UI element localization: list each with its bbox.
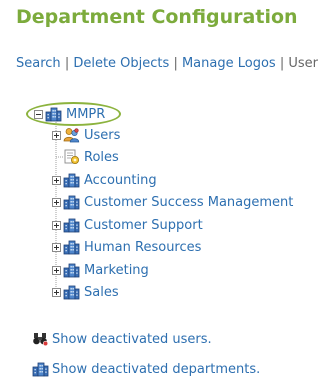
expand-toggle-icon[interactable] [52,287,61,297]
department-icon [63,194,80,210]
show-deactivated-departments-link[interactable]: Show deactivated departments. [32,361,260,377]
department-icon [32,361,49,377]
department-icon [63,217,80,233]
tree-node-label[interactable]: Users [84,128,120,143]
show-deactivated-departments-label[interactable]: Show deactivated departments. [52,362,260,377]
tree-node-label-mmpr[interactable]: MMPR [66,107,105,122]
department-icon [63,172,80,188]
expand-toggle-icon[interactable] [52,220,61,230]
department-icon [45,106,62,122]
binoculars-icon [32,331,49,347]
expand-toggle-icon[interactable] [52,242,61,252]
tree-node-human-resources[interactable]: Human Resources [52,238,201,256]
expand-toggle-icon[interactable] [52,197,61,207]
expand-toggle-icon[interactable] [52,130,61,140]
tree-node-users[interactable]: Users [52,126,120,144]
root-node-row[interactable]: MMPR [34,105,105,123]
roles-icon [63,149,80,165]
tree-node-label[interactable]: Customer Success Management [84,195,293,210]
tree-node-roles[interactable]: Roles [52,148,119,166]
show-deactivated-users-label[interactable]: Show deactivated users. [52,332,212,347]
show-deactivated-users-link[interactable]: Show deactivated users. [32,331,212,347]
department-icon [63,239,80,255]
tree-node-customer-support[interactable]: Customer Support [52,216,203,234]
tree-node-label[interactable]: Sales [84,285,119,300]
tree-node-label[interactable]: Roles [84,150,119,165]
tree-node-label[interactable]: Accounting [84,173,157,188]
tree-node-sales[interactable]: Sales [52,283,119,301]
tree-node-marketing[interactable]: Marketing [52,261,149,279]
tree-node-label[interactable]: Human Resources [84,240,201,255]
expand-toggle-icon[interactable] [52,265,61,275]
users-icon [63,127,80,143]
tree-node-customer-success-management[interactable]: Customer Success Management [52,193,293,211]
tree-node-accounting[interactable]: Accounting [52,171,157,189]
department-icon [63,262,80,278]
expand-toggle-icon[interactable] [52,175,61,185]
tree-root-node[interactable]: MMPR [26,102,121,126]
collapse-toggle-icon[interactable] [34,109,43,119]
tree-node-label[interactable]: Marketing [84,263,149,278]
department-icon [63,284,80,300]
tree-node-label[interactable]: Customer Support [84,218,203,233]
